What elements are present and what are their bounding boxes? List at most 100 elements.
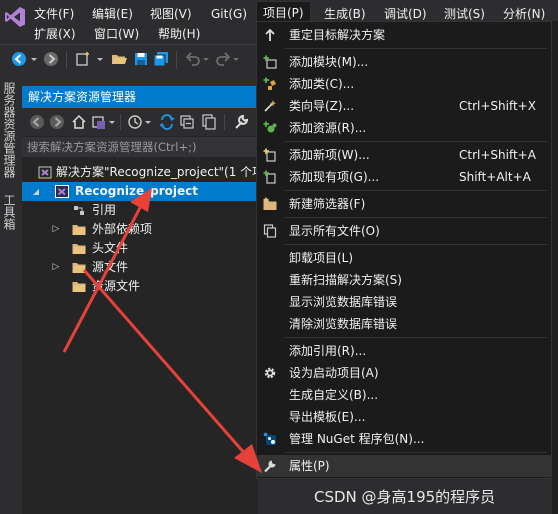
show-all-files-icon[interactable]: [200, 113, 218, 131]
save-icon[interactable]: [132, 50, 150, 68]
show-all-files-icon: [263, 224, 277, 238]
solution-explorer-title: 解决方案资源管理器: [22, 86, 258, 108]
add-new-item-icon: [263, 148, 276, 162]
tree-item-project[interactable]: ◢ Recognize_project: [22, 182, 258, 201]
menu-item-add-new-item[interactable]: 添加新项(W)... Ctrl+Shift+A: [257, 144, 551, 166]
pending-changes-filter-icon[interactable]: [126, 113, 144, 131]
forward-icon[interactable]: [48, 113, 66, 131]
menu-item-label: 卸载项目(L): [289, 251, 354, 265]
solution-explorer-search-input[interactable]: 搜索解决方案资源管理器(Ctrl+;): [22, 137, 258, 157]
toolbar-separator: [176, 51, 177, 69]
toolbar-separator: [66, 51, 67, 69]
new-filter-icon: [263, 197, 277, 210]
tree-item-references[interactable]: 引用: [22, 201, 258, 220]
tree-item-external-deps[interactable]: ▷ 外部依赖项: [22, 220, 258, 239]
gear-icon: [264, 367, 276, 379]
menu-item-label: 添加现有项(G)...: [289, 170, 380, 184]
forward-icon[interactable]: [42, 50, 60, 68]
menu-item-manage-nuget[interactable]: 管理 NuGet 程序包(N)...: [257, 428, 551, 450]
undo-dropdown-icon[interactable]: [202, 50, 210, 68]
menu-extensions[interactable]: 扩展(X): [28, 24, 82, 44]
open-folder-icon[interactable]: [110, 50, 128, 68]
toolbar-separator: [224, 114, 225, 130]
tree-item-label: 源文件: [92, 260, 129, 274]
menu-item-show-browse-db-errors[interactable]: 显示浏览数据库错误: [257, 291, 551, 313]
tree-item-label: 外部依赖项: [92, 222, 153, 236]
back-icon[interactable]: [28, 113, 46, 131]
collapse-all-icon[interactable]: [178, 113, 196, 131]
menu-item-rescan-solution[interactable]: 重新扫描解决方案(S): [257, 269, 551, 291]
filter-dropdown-icon[interactable]: [144, 113, 152, 131]
new-project-icon[interactable]: [74, 50, 92, 68]
references-icon: [74, 206, 84, 215]
menu-item-label: 生成自定义(B)...: [289, 388, 379, 402]
switch-views-dropdown-icon[interactable]: [108, 113, 116, 131]
solution-explorer-toolbar: [22, 108, 258, 136]
menu-item-new-filter[interactable]: 新建筛选器(F): [257, 193, 551, 215]
menu-item-set-startup-project[interactable]: 设为启动项目(A): [257, 362, 551, 384]
menu-git[interactable]: Git(G): [205, 4, 253, 24]
menu-item-add-resource[interactable]: 添加资源(R)...: [257, 117, 551, 139]
tree-item-label: 引用: [92, 203, 117, 217]
menu-item-label: 设为启动项目(A): [289, 366, 379, 380]
collapse-arrow-icon[interactable]: ◢: [30, 182, 42, 201]
nuget-icon: [263, 432, 276, 445]
menu-item-label: 显示浏览数据库错误: [289, 295, 398, 309]
menu-item-label: 新建筛选器(F): [289, 197, 366, 211]
visual-studio-logo-icon[interactable]: [4, 6, 26, 28]
menu-view[interactable]: 视图(V): [144, 4, 198, 24]
menu-edit[interactable]: 编辑(E): [86, 4, 139, 24]
menu-item-add-class[interactable]: 添加类(C)...: [257, 73, 551, 95]
toolbox-tab[interactable]: 工具箱: [2, 194, 18, 230]
new-project-dropdown-icon[interactable]: [96, 50, 104, 68]
tree-item-label: 资源文件: [92, 279, 141, 293]
back-icon[interactable]: [10, 50, 28, 68]
tree-item-source-files[interactable]: ▷ 源文件: [22, 258, 258, 277]
toolbar-separator: [120, 114, 121, 130]
sync-icon[interactable]: [158, 113, 176, 131]
menu-item-unload-project[interactable]: 卸载项目(L): [257, 247, 551, 269]
menu-item-clear-browse-db-errors[interactable]: 清除浏览数据库错误: [257, 313, 551, 335]
expand-arrow-icon[interactable]: ▷: [50, 220, 62, 239]
menu-item-class-wizard[interactable]: 类向导(Z)... Ctrl+Shift+X: [257, 95, 551, 117]
redo-icon[interactable]: [214, 50, 232, 68]
server-explorer-tab[interactable]: 服务器资源管理器: [2, 82, 18, 178]
menu-item-shortcut: Ctrl+Shift+A: [459, 148, 536, 162]
tree-item-resource-files[interactable]: 资源文件: [22, 277, 258, 296]
menu-item-label: 导出模板(E)...: [289, 410, 366, 424]
menu-file[interactable]: 文件(F): [28, 4, 80, 24]
redo-dropdown-icon[interactable]: [232, 50, 240, 68]
menu-item-add-reference[interactable]: 添加引用(R)...: [257, 340, 551, 362]
undo-icon[interactable]: [184, 50, 202, 68]
save-all-icon[interactable]: [152, 50, 170, 68]
editor-area: [552, 21, 558, 514]
home-icon[interactable]: [70, 113, 88, 131]
menu-item-label: 添加模块(M)...: [289, 55, 369, 69]
menu-separator: [285, 217, 547, 218]
menu-item-show-all-files[interactable]: 显示所有文件(O): [257, 220, 551, 242]
menu-project[interactable]: 项目(P): [256, 1, 311, 22]
tree-item-header-files[interactable]: 头文件: [22, 239, 258, 258]
menu-help[interactable]: 帮助(H): [152, 24, 206, 44]
menu-window[interactable]: 窗口(W): [88, 24, 145, 44]
folder-icon: [72, 282, 86, 292]
menu-separator: [285, 190, 547, 191]
menu-item-shortcut: Ctrl+Shift+X: [459, 99, 536, 113]
back-dropdown-icon[interactable]: [30, 50, 38, 68]
menu-item-label: 重新扫描解决方案(S): [289, 273, 402, 287]
expand-arrow-icon[interactable]: ▷: [50, 258, 62, 277]
tree-item-solution[interactable]: 解决方案"Recognize_project"(1 个项: [22, 163, 264, 182]
tree-item-label: 头文件: [92, 241, 129, 255]
menu-item-properties[interactable]: 属性(P): [257, 455, 551, 477]
menu-item-add-module[interactable]: 添加模块(M)...: [257, 51, 551, 73]
properties-wrench-icon[interactable]: [232, 113, 250, 131]
menu-item-build-customizations[interactable]: 生成自定义(B)...: [257, 384, 551, 406]
menu-item-retarget-solution[interactable]: 重定目标解决方案: [257, 24, 551, 46]
menu-item-add-existing-item[interactable]: 添加现有项(G)... Shift+Alt+A: [257, 166, 551, 188]
tree-item-label: Recognize_project: [75, 184, 198, 198]
project-menu-dropdown: 重定目标解决方案 添加模块(M)... 添加类(C)... 类向导(Z)... …: [256, 21, 552, 479]
arrow-up-icon: [265, 28, 275, 41]
add-class-icon: [263, 77, 276, 90]
switch-views-icon[interactable]: [90, 113, 108, 131]
menu-item-export-template[interactable]: 导出模板(E)...: [257, 406, 551, 428]
